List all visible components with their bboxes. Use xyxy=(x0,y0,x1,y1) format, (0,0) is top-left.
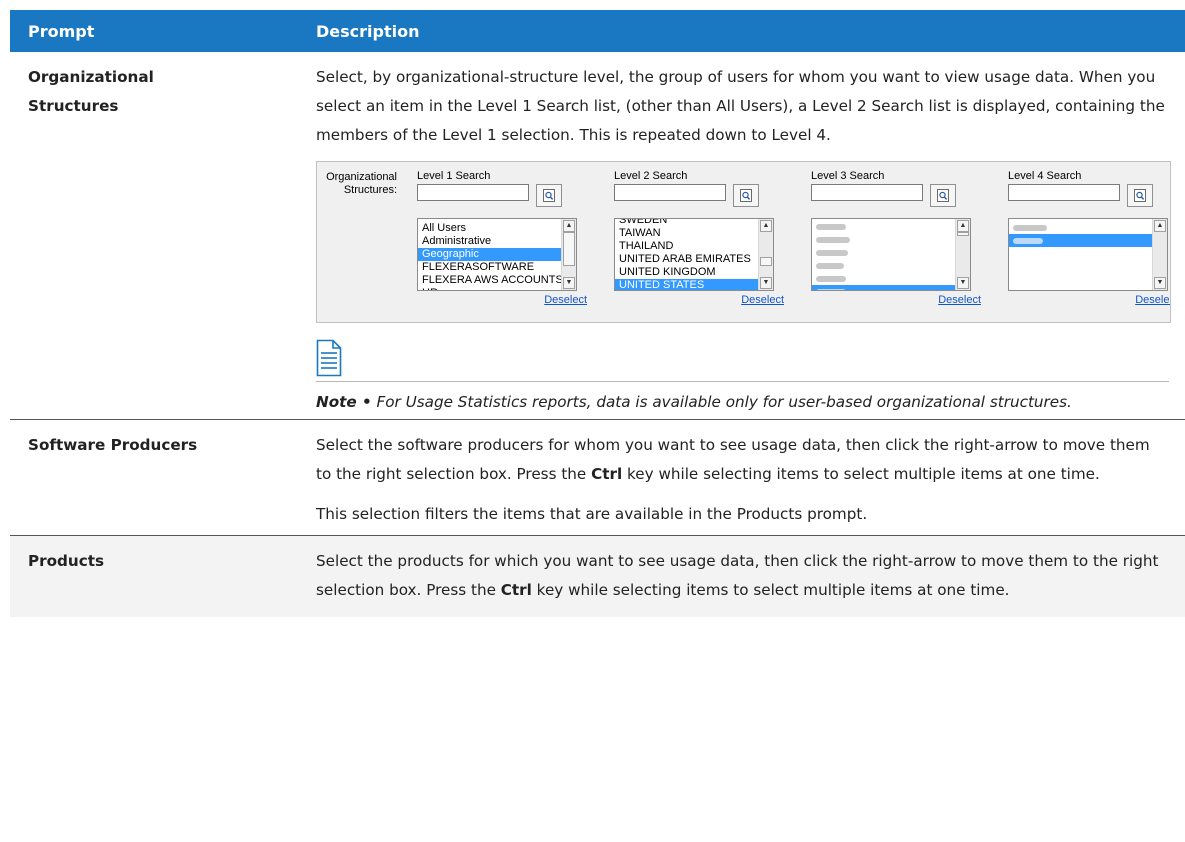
search-icon xyxy=(937,189,949,202)
prompt-cell: Software Producers xyxy=(10,419,304,536)
level-title: Level 3 Search xyxy=(811,170,885,182)
scroll-down-icon[interactable]: ▼ xyxy=(957,277,969,289)
prompts-table: Prompt Description Organizational Struct… xyxy=(10,10,1185,617)
search-icon xyxy=(1134,189,1146,202)
blurred-list-item xyxy=(1009,221,1167,234)
list-scrollbar[interactable]: ▲ ▼ xyxy=(955,219,970,290)
scroll-up-icon[interactable]: ▲ xyxy=(957,220,969,232)
scroll-thumb[interactable] xyxy=(563,232,575,266)
list-item[interactable]: THAILAND xyxy=(615,240,773,253)
prompt-label-line1: Organizational xyxy=(28,68,154,86)
level-title: Level 4 Search xyxy=(1008,170,1082,182)
list-item[interactable]: Administrative xyxy=(418,235,576,248)
level-4-search-input[interactable] xyxy=(1008,184,1120,201)
scroll-up-icon[interactable]: ▲ xyxy=(760,220,772,232)
table-row: Products Select the products for which y… xyxy=(10,535,1185,617)
prompt-cell: Products xyxy=(10,535,304,617)
org-structures-label: Organizational Structures: xyxy=(326,171,397,196)
header-description: Description xyxy=(304,10,1185,52)
deselect-link[interactable]: Deselect xyxy=(1135,294,1170,307)
table-row: Software Producers Select the software p… xyxy=(10,419,1185,536)
deselect-link[interactable]: Deselect xyxy=(938,294,981,307)
deselect-link[interactable]: Deselect xyxy=(544,294,587,307)
level-4-search-button[interactable] xyxy=(1127,184,1153,207)
search-icon xyxy=(543,189,555,202)
description-cell: Select the software producers for whom y… xyxy=(304,419,1185,536)
document-icon xyxy=(316,339,342,377)
scroll-up-icon[interactable]: ▲ xyxy=(563,220,575,232)
document-page: Prompt Description Organizational Struct… xyxy=(0,0,1185,842)
description-cell: Select the products for which you want t… xyxy=(304,535,1185,617)
table-row: Organizational Structures Select, by org… xyxy=(10,52,1185,420)
list-scrollbar[interactable]: ▲ ▼ xyxy=(758,219,773,290)
blurred-list-item xyxy=(812,246,970,259)
scroll-down-icon[interactable]: ▼ xyxy=(760,277,772,289)
level-2-search-input[interactable] xyxy=(614,184,726,201)
description-text: Select the software producers for whom y… xyxy=(316,436,1150,483)
list-item[interactable]: SWEDEN xyxy=(615,219,773,227)
note-divider xyxy=(316,381,1169,382)
level-3-search: Level 3 Search ▲ ▼ Deselect xyxy=(811,170,981,320)
level-2-list[interactable]: SWEDEN TAIWAN THAILAND UNITED ARAB EMIRA… xyxy=(614,218,774,291)
level-2-search-button[interactable] xyxy=(733,184,759,207)
note-text: Note • For Usage Statistics reports, dat… xyxy=(316,388,1169,417)
level-title: Level 1 Search xyxy=(417,170,491,182)
list-item[interactable]: TAIWAN xyxy=(615,227,773,240)
note-body: For Usage Statistics reports, data is av… xyxy=(371,393,1072,411)
blurred-list-item-selected xyxy=(1009,234,1167,247)
list-scrollbar[interactable]: ▲ ▼ xyxy=(1152,219,1167,290)
list-item-selected[interactable]: Geographic xyxy=(418,248,576,261)
scroll-thumb[interactable] xyxy=(760,257,772,266)
list-item[interactable]: All Users xyxy=(418,222,576,235)
org-structures-screenshot: Organizational Structures: Level 1 Searc… xyxy=(316,161,1171,323)
level-1-list[interactable]: All Users Administrative Geographic FLEX… xyxy=(417,218,577,291)
level-4-search: Level 4 Search ▲ ▼ Desele xyxy=(1008,170,1170,320)
scroll-up-icon[interactable]: ▲ xyxy=(1154,220,1166,232)
header-prompt: Prompt xyxy=(10,10,304,52)
list-item[interactable]: UNITED KINGDOM xyxy=(615,266,773,279)
scroll-down-icon[interactable]: ▼ xyxy=(1154,277,1166,289)
search-icon xyxy=(740,189,752,202)
deselect-link[interactable]: Deselect xyxy=(741,294,784,307)
level-3-list[interactable]: ▲ ▼ xyxy=(811,218,971,291)
description-cell: Select, by organizational-structure leve… xyxy=(304,52,1185,420)
level-1-search-button[interactable] xyxy=(536,184,562,207)
list-item[interactable]: HR xyxy=(418,287,576,290)
blurred-list-item-selected xyxy=(812,285,970,290)
level-3-search-button[interactable] xyxy=(930,184,956,207)
description-text: Select, by organizational-structure leve… xyxy=(316,68,1165,144)
level-2-search: Level 2 Search SWEDEN TAIWAN THAILAND UN… xyxy=(614,170,784,320)
blurred-list-item xyxy=(812,259,970,272)
scroll-thumb[interactable] xyxy=(957,232,969,236)
level-1-search-input[interactable] xyxy=(417,184,529,201)
prompt-label-line2: Structures xyxy=(28,97,119,115)
list-item-selected[interactable]: UNITED STATES xyxy=(615,279,773,290)
blurred-list-item xyxy=(812,272,970,285)
table-header-row: Prompt Description xyxy=(10,10,1185,52)
note-label: Note • xyxy=(316,393,372,411)
note-block xyxy=(316,339,1169,379)
list-item[interactable]: FLEXERASOFTWARE xyxy=(418,261,576,274)
list-item[interactable]: FLEXERA AWS ACCOUNTS 1 xyxy=(418,274,576,287)
level-3-search-input[interactable] xyxy=(811,184,923,201)
description-text: This selection filters the items that ar… xyxy=(316,505,868,523)
level-4-list[interactable]: ▲ ▼ xyxy=(1008,218,1168,291)
ctrl-key: Ctrl xyxy=(591,465,623,483)
blurred-list-item xyxy=(812,220,970,233)
scroll-down-icon[interactable]: ▼ xyxy=(563,277,575,289)
list-scrollbar[interactable]: ▲ ▼ xyxy=(561,219,576,290)
level-title: Level 2 Search xyxy=(614,170,688,182)
list-item[interactable]: UNITED ARAB EMIRATES xyxy=(615,253,773,266)
description-text: Select the products for which you want t… xyxy=(316,552,1159,599)
prompt-cell: Organizational Structures xyxy=(10,52,304,420)
ctrl-key: Ctrl xyxy=(500,581,532,599)
level-1-search: Level 1 Search All Users Administrative … xyxy=(417,170,587,320)
blurred-list-item xyxy=(812,233,970,246)
